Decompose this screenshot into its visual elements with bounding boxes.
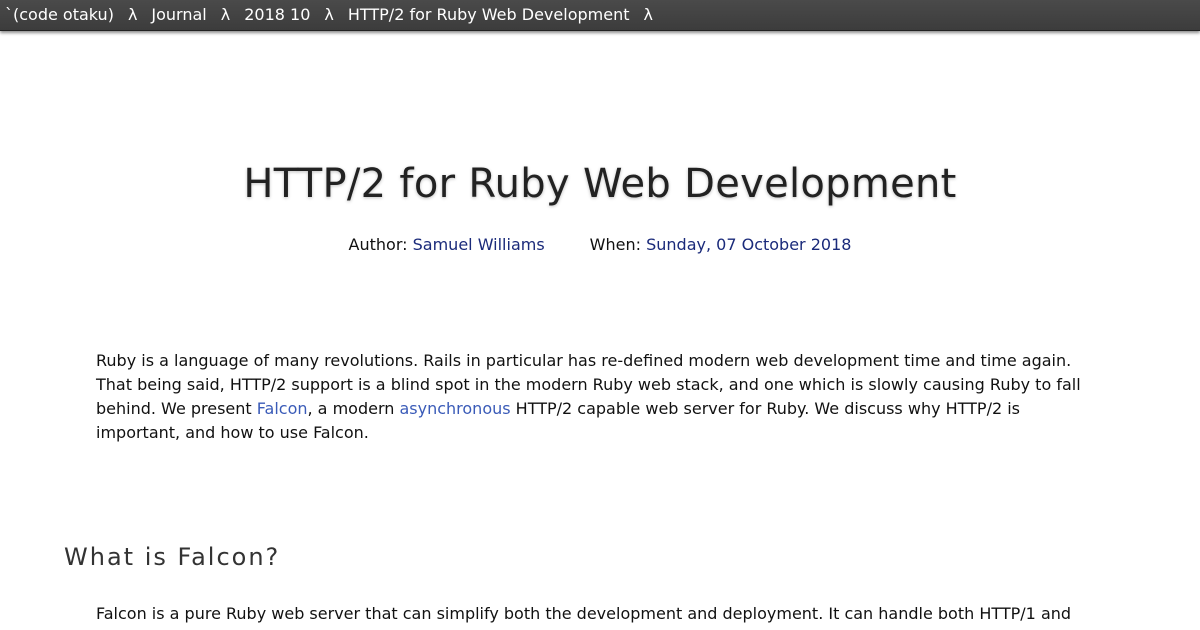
breadcrumb-journal[interactable]: Journal <box>151 5 206 24</box>
intro-text: , a modern <box>307 399 400 418</box>
article-meta: Author: Samuel Williams When: Sunday, 07… <box>0 234 1200 256</box>
falcon-link[interactable]: Falcon <box>257 399 308 418</box>
breadcrumb-separator: λ <box>324 5 334 24</box>
breadcrumb-home[interactable]: `(code otaku) <box>5 5 114 24</box>
author-link[interactable]: Samuel Williams <box>413 235 545 254</box>
intro-paragraph: Ruby is a language of many revolutions. … <box>96 349 1096 445</box>
breadcrumb-separator: λ <box>127 5 138 24</box>
breadcrumb-separator: λ <box>643 5 653 24</box>
breadcrumb-month[interactable]: 2018 10 <box>244 5 310 24</box>
author-label: Author: <box>348 235 408 254</box>
section-heading: What is Falcon? <box>64 543 281 571</box>
breadcrumb: `(code otaku) λ Journal λ 2018 10 λ HTTP/2 for… <box>5 0 667 30</box>
asynchronous-link[interactable]: asynchronous <box>399 399 510 418</box>
page-title: HTTP/2 for Ruby Web Development <box>243 161 957 207</box>
date-info: When: Sunday, 07 October 2018 <box>590 234 852 256</box>
date-label: When: <box>589 235 642 254</box>
top-navigation-bar: `(code otaku) λ Journal λ 2018 10 λ HTTP/2 for… <box>0 0 1200 31</box>
publish-date: Sunday, 07 October 2018 <box>646 235 852 254</box>
author-info: Author: Samuel Williams <box>349 234 545 256</box>
breadcrumb-article[interactable]: HTTP/2 for Ruby Web Development <box>348 5 630 24</box>
breadcrumb-separator: λ <box>220 5 231 24</box>
section-paragraph: Falcon is a pure Ruby web server that ca… <box>96 604 1072 623</box>
